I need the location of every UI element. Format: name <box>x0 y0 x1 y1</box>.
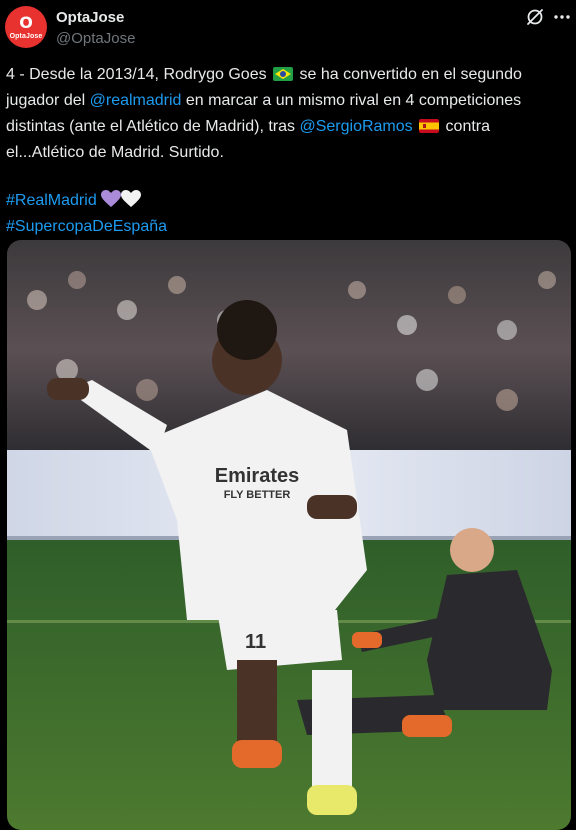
tweet-line-hashtag-2: #SupercopaDeEspaña <box>6 214 566 240</box>
tweet-media-photo[interactable]: Emirates FLY BETTER 11 <box>7 240 571 830</box>
tweet-line-2: jugador del @realmadrid en marcar a un m… <box>6 88 566 114</box>
brazil-flag-icon <box>273 67 294 81</box>
tweet-text-segment: se ha convertido en el segundo <box>295 66 522 83</box>
author-display-name[interactable]: OptaJose <box>56 8 135 27</box>
tweet-text-segment: en marcar a un mismo rival en 4 competic… <box>181 92 522 109</box>
author-handle[interactable]: @OptaJose <box>56 29 135 49</box>
tweet-line-hashtag-1: #RealMadrid <box>6 188 566 214</box>
avatar[interactable]: O OptaJose <box>5 6 47 48</box>
grok-icon[interactable] <box>524 6 546 28</box>
avatar-logo-mark: O <box>19 12 33 32</box>
white-heart-icon <box>121 190 142 207</box>
hashtag-realmadrid-link[interactable]: #RealMadrid <box>6 192 97 209</box>
mention-sergioramos-link[interactable]: @SergioRamos <box>299 118 412 135</box>
author-names: OptaJose @OptaJose <box>56 8 135 49</box>
tweet-text: 4 - Desde la 2013/14, Rodrygo Goes se ha… <box>6 62 566 240</box>
tweet-text-segment: distintas (ante el Atlético de Madrid), … <box>6 118 300 135</box>
tweet-line-4: el...Atlético de Madrid. Surtido. <box>6 140 566 166</box>
tweet-text-segment: jugador del <box>6 92 90 109</box>
tweet-line-1: 4 - Desde la 2013/14, Rodrygo Goes se ha… <box>6 62 566 88</box>
tweet-text-segment: contra <box>441 118 491 135</box>
tweet-text-segment: 4 - Desde la 2013/14, Rodrygo Goes <box>6 66 272 83</box>
jersey-sponsor-sub-text: FLY BETTER <box>224 489 291 501</box>
tweet-header: O OptaJose OptaJose @OptaJose <box>0 0 576 60</box>
hashtag-supercopa-link[interactable]: #SupercopaDeEspaña <box>6 218 167 235</box>
avatar-text: OptaJose <box>9 32 43 40</box>
jersey-sponsor-text: Emirates <box>215 465 300 487</box>
spain-flag-icon <box>419 119 440 133</box>
mention-realmadrid-link[interactable]: @realmadrid <box>90 92 182 109</box>
more-icon[interactable] <box>552 6 572 28</box>
purple-heart-icon <box>101 190 122 207</box>
football-celebration-illustration: Emirates FLY BETTER 11 <box>7 240 571 830</box>
tweet-line-3: distintas (ante el Atlético de Madrid), … <box>6 114 566 140</box>
jersey-number-text: 11 <box>245 631 266 653</box>
tweet-text-segment: el...Atlético de Madrid. Surtido. <box>6 144 224 161</box>
